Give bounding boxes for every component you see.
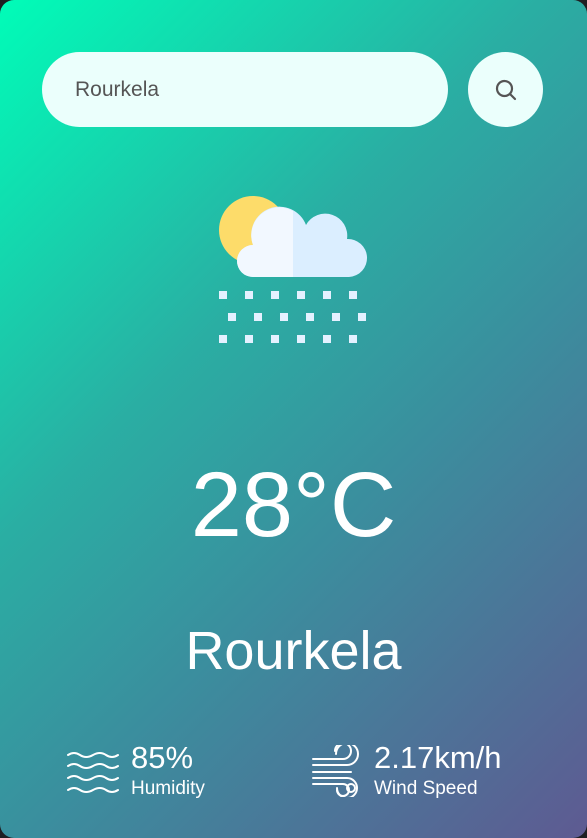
weather-card: 28°C Rourkela 85% Humidity 2.17km/h [0,0,587,838]
humidity-value: 85% [131,740,194,775]
temperature-value: 28°C [190,454,397,556]
wind-speed-label: Wind Speed [374,778,478,799]
wind-speed-value: 2.17km/h [374,740,502,775]
search-bar [42,52,544,127]
city-name: Rourkela [185,621,402,681]
humidity-waves-icon [67,752,119,793]
city-search-input[interactable] [42,52,448,127]
search-button[interactable] [468,52,543,127]
search-icon [495,79,516,100]
wind-icon [312,745,359,797]
snow-cloud-sun-icon [219,196,368,343]
humidity-label: Humidity [131,778,205,799]
